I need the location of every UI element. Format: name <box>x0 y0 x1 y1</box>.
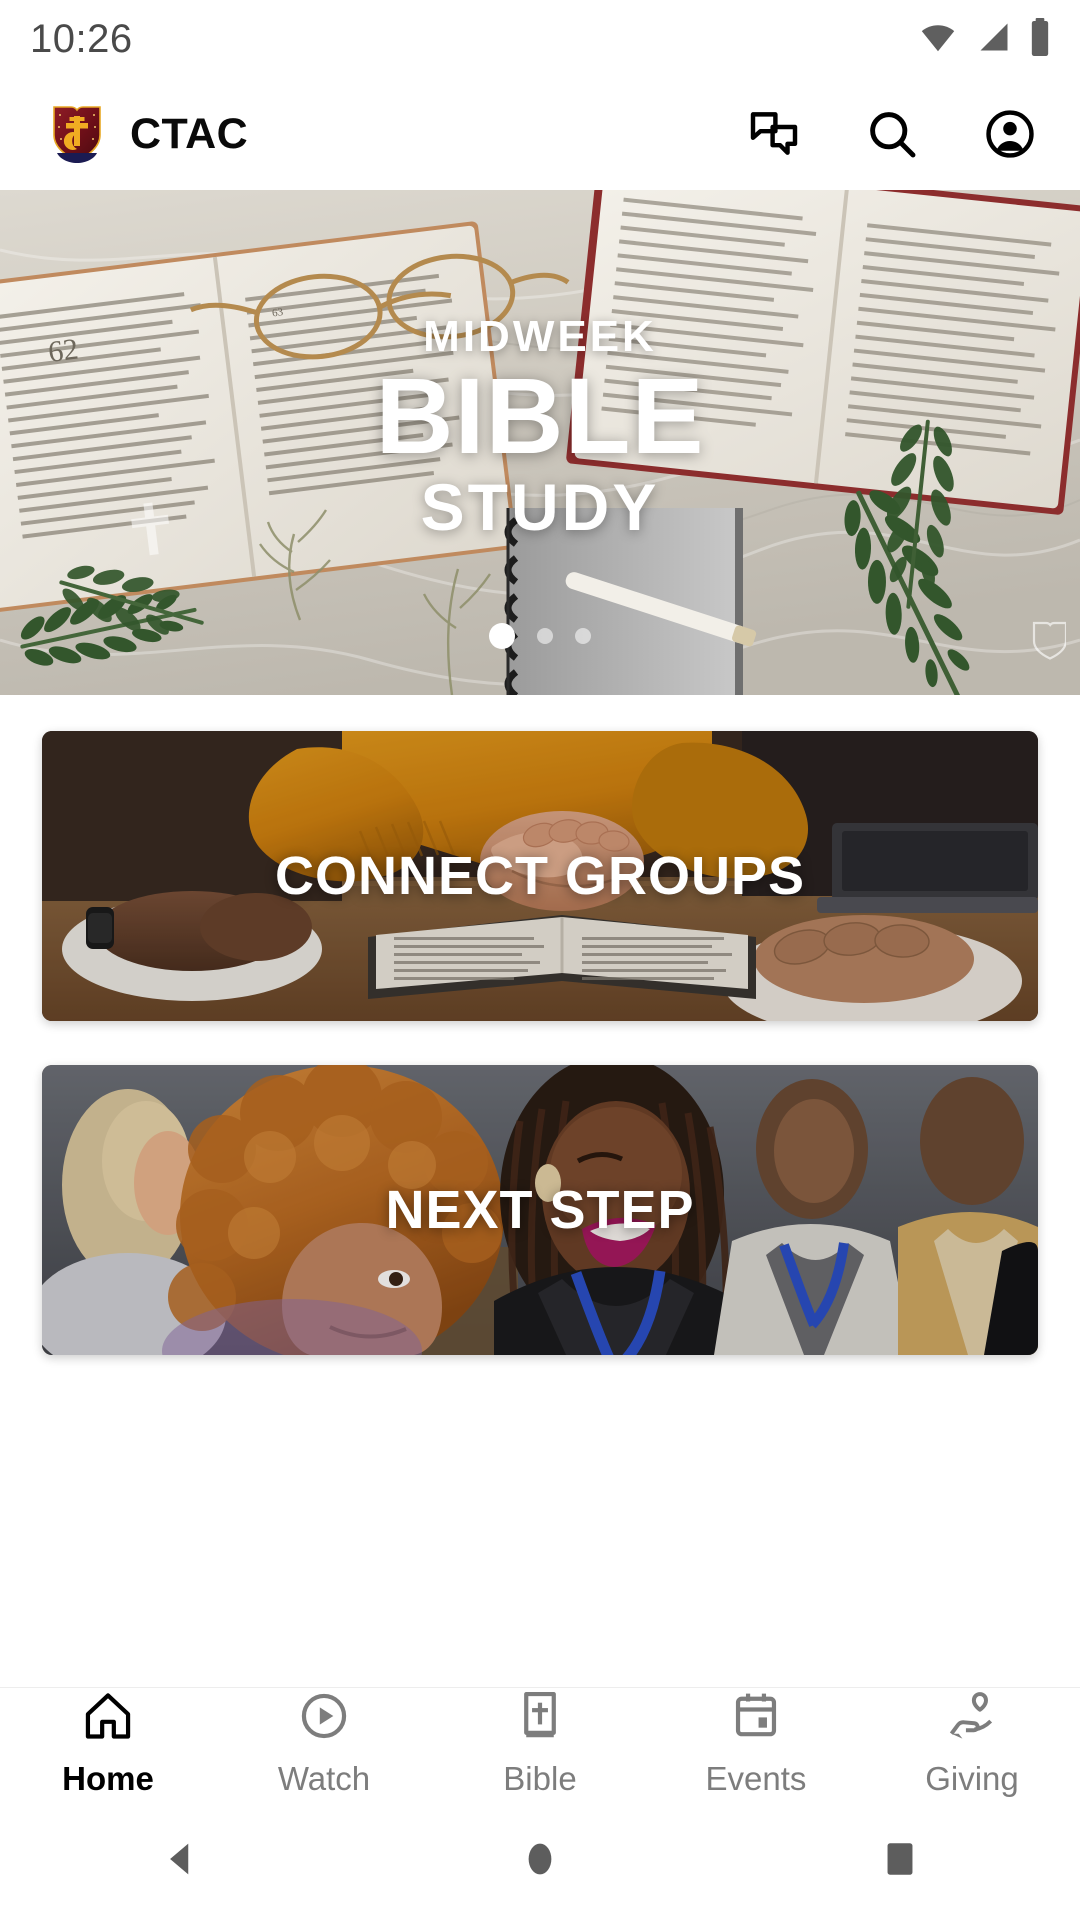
hand-heart-icon <box>944 1688 1000 1749</box>
bible-book-icon <box>512 1688 568 1749</box>
hero-carousel[interactable]: 62 63 MIDWEEK BIBLE STUDY <box>0 190 1080 695</box>
back-triangle-icon[interactable] <box>0 1837 360 1881</box>
nav-label-bible: Bible <box>503 1760 577 1797</box>
ctac-shield-logo <box>50 103 104 165</box>
play-circle-icon <box>296 1688 352 1749</box>
hero-subtitle: STUDY <box>420 469 660 544</box>
carousel-dot-1[interactable] <box>489 623 515 649</box>
nav-label-giving: Giving <box>925 1760 1019 1797</box>
status-bar: 10:26 <box>0 0 1080 78</box>
hero-title: BIBLE <box>375 355 705 477</box>
app-title: CTAC <box>130 109 249 158</box>
bottom-navigation: Home Watch Bible Events Giving <box>0 1688 1080 1798</box>
carousel-dots[interactable] <box>0 623 1080 649</box>
hero-kicker: MIDWEEK <box>423 312 657 362</box>
nav-item-events[interactable]: Events <box>648 1688 864 1798</box>
android-system-nav <box>0 1798 1080 1920</box>
status-bar-icons <box>916 17 1052 62</box>
shield-watermark-icon <box>1032 621 1068 661</box>
hero-text-overlay: MIDWEEK BIBLE STUDY <box>0 190 1080 695</box>
carousel-dot-2[interactable] <box>537 628 553 644</box>
chat-icon[interactable] <box>746 106 802 162</box>
app-brand[interactable]: CTAC <box>50 103 248 165</box>
calendar-icon <box>728 1688 784 1749</box>
nav-item-giving[interactable]: Giving <box>864 1688 1080 1798</box>
wifi-icon <box>916 19 960 60</box>
search-icon[interactable] <box>864 106 920 162</box>
promo-cards: CONNECT GROUPS NEXT STEP <box>0 695 1080 1355</box>
account-icon[interactable] <box>982 106 1038 162</box>
carousel-dot-3[interactable] <box>575 628 591 644</box>
nav-label-events: Events <box>705 1760 807 1797</box>
nav-label-watch: Watch <box>277 1760 371 1797</box>
nav-item-bible[interactable]: Bible <box>432 1688 648 1798</box>
card-next-step[interactable]: NEXT STEP <box>42 1065 1038 1355</box>
card-next-step-label: NEXT STEP <box>385 1180 695 1240</box>
card-connect-groups[interactable]: CONNECT GROUPS <box>42 731 1038 1021</box>
home-icon <box>80 1688 136 1749</box>
scroll-content[interactable]: 62 63 MIDWEEK BIBLE STUDY CONNECT GROUPS… <box>0 190 1080 1688</box>
home-circle-icon[interactable] <box>360 1837 720 1881</box>
status-bar-time: 10:26 <box>30 16 133 61</box>
recents-square-icon[interactable] <box>720 1837 1080 1881</box>
battery-icon <box>1028 17 1052 62</box>
app-bar-actions <box>746 106 1038 162</box>
nav-item-watch[interactable]: Watch <box>216 1688 432 1798</box>
nav-item-home[interactable]: Home <box>0 1688 216 1798</box>
cellular-signal-icon <box>974 19 1014 60</box>
nav-label-home: Home <box>62 1760 154 1797</box>
app-bar: CTAC <box>0 78 1080 190</box>
card-connect-groups-label: CONNECT GROUPS <box>274 846 806 906</box>
